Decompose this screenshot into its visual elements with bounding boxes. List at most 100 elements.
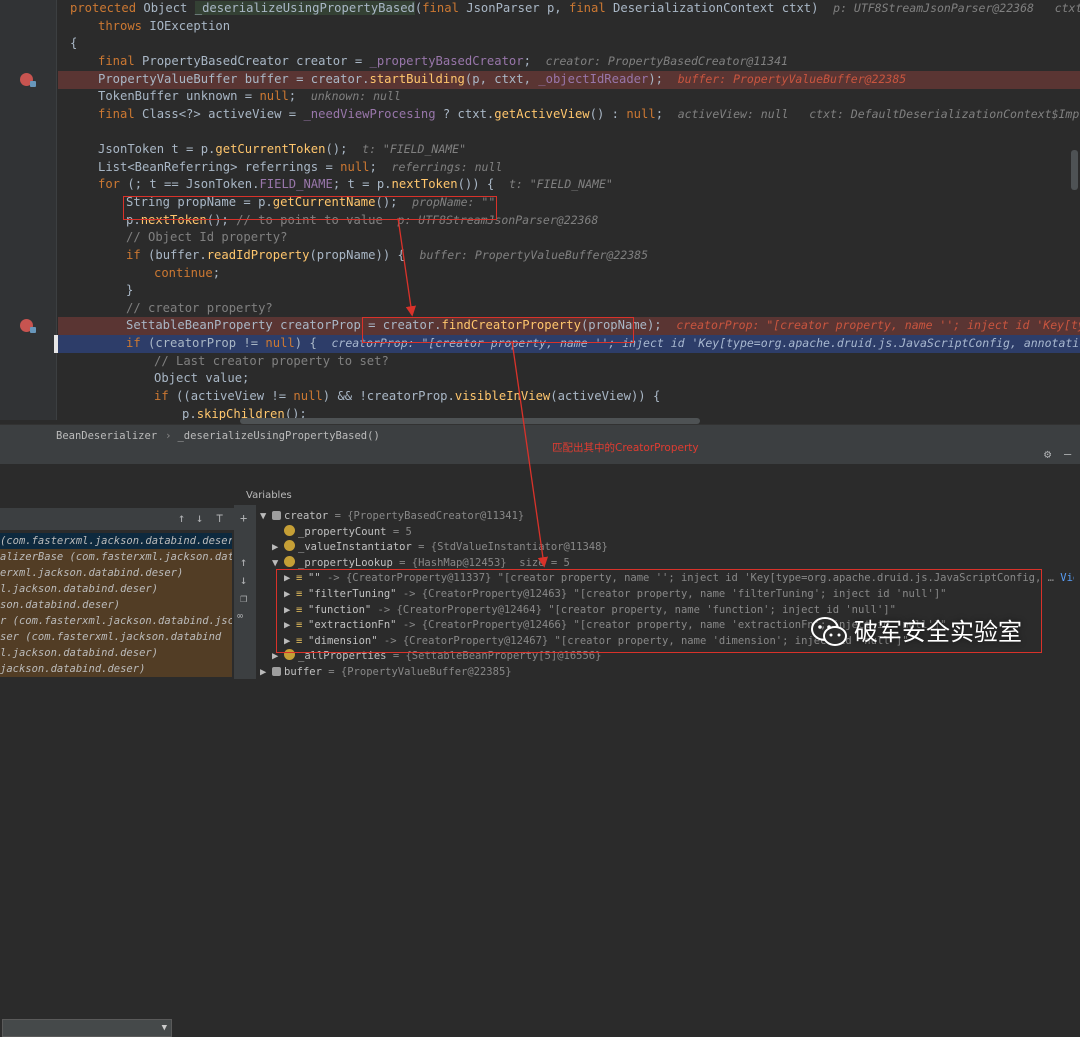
code-token: final — [98, 54, 143, 68]
code-token: // Object Id property? — [126, 230, 288, 244]
debug-toolbar: ⚙ – — [0, 446, 1080, 465]
chevron-right-icon[interactable]: ▶ — [260, 664, 272, 680]
stack-frame[interactable]: son.databind.deser) — [0, 597, 232, 613]
editor-gutter[interactable] — [0, 0, 57, 420]
code-line[interactable]: Object value; — [58, 370, 1080, 388]
code-token: throws — [98, 19, 150, 33]
arrow-up-icon[interactable]: ↑ — [178, 511, 185, 525]
code-token: ? ctxt. — [435, 107, 495, 121]
variable-row[interactable]: ▶ buffer = {PropertyValueBuffer@22385} — [260, 664, 1074, 680]
code-line[interactable]: continue; — [58, 265, 1080, 283]
code-token: PropertyBasedCreator creator = — [142, 54, 370, 68]
code-token: JsonToken t = p. — [98, 142, 216, 156]
code-token: null — [626, 107, 656, 121]
arrow-down-icon[interactable]: ↓ — [240, 573, 247, 587]
stack-frame[interactable]: erxml.jackson.databind.deser) — [0, 565, 232, 581]
code-token: DeserializationContext ctxt) — [613, 1, 834, 15]
stack-frame[interactable]: (com.fasterxml.jackson.databind.deser — [0, 533, 232, 549]
code-line[interactable]: PropertyValueBuffer buffer = creator.sta… — [58, 71, 1080, 89]
code-line[interactable]: protected Object _deserializeUsingProper… — [58, 0, 1080, 18]
highlight-box-propname — [123, 196, 497, 220]
code-token: _objectIdReader — [538, 72, 649, 86]
variable-name: _propertyCount — [298, 525, 387, 538]
breakpoint-icon[interactable] — [20, 319, 36, 333]
code-token: { — [70, 36, 78, 50]
inline-value-hint: activeView: null ctxt: DefaultDeserializ… — [677, 107, 1080, 121]
thread-selector[interactable]: ▼ — [2, 1019, 172, 1037]
breadcrumb: BeanDeserializer › _deserializeUsingProper… — [0, 424, 1080, 447]
code-token: ) { — [294, 336, 332, 350]
arrow-down-icon[interactable]: ↓ — [196, 511, 203, 525]
infinity-icon[interactable]: ∞ — [237, 611, 243, 622]
arrow-up-icon[interactable]: ↑ — [240, 555, 247, 569]
code-line[interactable]: TokenBuffer unknown = null; unknown: nul… — [58, 88, 1080, 106]
code-line[interactable]: throws IOException — [58, 18, 1080, 36]
code-line[interactable]: } — [58, 282, 1080, 300]
inline-value-hint: t: "FIELD_NAME" — [362, 142, 467, 156]
chevron-right-icon[interactable]: ▶ — [272, 539, 284, 555]
code-token: nextToken — [391, 177, 458, 191]
code-token: readIdProperty — [206, 248, 310, 262]
gear-icon[interactable]: ⚙ — [1044, 447, 1051, 461]
code-token: List<BeanReferring> referrings = — [98, 160, 341, 174]
breadcrumb-class[interactable]: BeanDeserializer — [56, 430, 157, 442]
code-line[interactable]: final Class<?> activeView = _needViewPro… — [58, 106, 1080, 124]
breakpoint-icon[interactable] — [20, 73, 36, 87]
stack-frame[interactable]: l.jackson.databind.deser) — [0, 645, 232, 661]
copy-icon[interactable]: ❐ — [240, 591, 247, 605]
breadcrumb-method[interactable]: _deserializeUsingPropertyBased() — [177, 430, 379, 442]
variable-row[interactable]: ▼ creator = {PropertyBasedCreator@11341} — [260, 508, 1074, 524]
code-line[interactable]: // Object Id property? — [58, 229, 1080, 247]
code-token: (activeView)) { — [550, 389, 661, 403]
variable-row[interactable]: _propertyCount = 5 — [272, 524, 1074, 540]
variable-icon — [272, 667, 281, 676]
stack-frame[interactable]: alizerBase (com.fasterxml.jackson.dat — [0, 549, 232, 565]
code-token: Object value; — [154, 371, 250, 385]
stack-frame[interactable]: r (com.fasterxml.jackson.databind.jsc — [0, 613, 232, 629]
code-token: (buffer. — [148, 248, 207, 262]
code-token: PropertyValueBuffer buffer = creator. — [98, 72, 370, 86]
code-token: for — [98, 177, 128, 191]
code-line[interactable]: final PropertyBasedCreator creator = _pr… — [58, 53, 1080, 71]
code-token: // Last creator property to set? — [154, 354, 389, 368]
code-line[interactable]: if (buffer.readIdProperty(propName)) { b… — [58, 247, 1080, 265]
code-token: getActiveView — [494, 107, 590, 121]
code-line[interactable]: { — [58, 35, 1080, 53]
code-token: ; — [523, 54, 546, 68]
code-line[interactable]: // Last creator property to set? — [58, 353, 1080, 371]
code-token: // creator property? — [126, 301, 273, 315]
code-line[interactable]: // creator property? — [58, 300, 1080, 318]
minimize-icon[interactable]: – — [1064, 447, 1071, 461]
code-token: (propName)) { — [309, 248, 420, 262]
view-link[interactable]: View — [1060, 572, 1074, 584]
annotation-label: 匹配出其中的CreatorProperty — [552, 442, 699, 454]
inline-value-hint: p: UTF8StreamJsonParser@22368 ctxt: Defa… — [833, 1, 1080, 15]
chevron-down-icon[interactable]: ▼ — [260, 508, 272, 524]
code-token: null — [265, 336, 295, 350]
variable-row[interactable]: ▶ _valueInstantiator = {StdValueInstantia… — [272, 539, 1074, 555]
code-token: startBuilding — [369, 72, 465, 86]
variable-name: buffer — [284, 666, 322, 678]
stack-frame[interactable]: ser (com.fasterxml.jackson.databind — [0, 629, 232, 645]
field-icon — [284, 555, 295, 567]
variable-name: _propertyLookup — [298, 556, 393, 569]
wechat-icon — [811, 617, 847, 646]
stack-frame[interactable]: l.jackson.databind.deser) — [0, 581, 232, 597]
code-line[interactable]: if ((activeView != null) && !creatorProp… — [58, 388, 1080, 406]
code-line[interactable]: List<BeanReferring> referrings = null; r… — [58, 159, 1080, 177]
watermark-text: 破军安全实验室 — [854, 618, 1022, 646]
code-token: ((activeView != — [176, 389, 294, 403]
frames-list: (com.fasterxml.jackson.databind.deser ali… — [0, 531, 232, 679]
code-line[interactable]: JsonToken t = p.getCurrentToken(); t: "F… — [58, 141, 1080, 159]
inline-value-hint: creatorProp: "[creator property, name ''… — [676, 318, 1080, 332]
inline-value-hint: unknown: null — [310, 89, 401, 103]
highlight-box-find-creator — [362, 317, 634, 343]
editor-vertical-scrollbar[interactable] — [1071, 150, 1078, 190]
add-watch-icon[interactable]: + — [240, 511, 247, 525]
filter-icon[interactable]: ⊤ — [216, 511, 223, 525]
code-line[interactable]: for (; t == JsonToken.FIELD_NAME; t = p.… — [58, 176, 1080, 194]
code-token: null — [293, 389, 323, 403]
code-token: Object — [143, 1, 195, 15]
inline-value-hint: buffer: PropertyValueBuffer@22385 — [677, 72, 907, 86]
stack-frame[interactable]: jackson.databind.deser) — [0, 661, 232, 677]
